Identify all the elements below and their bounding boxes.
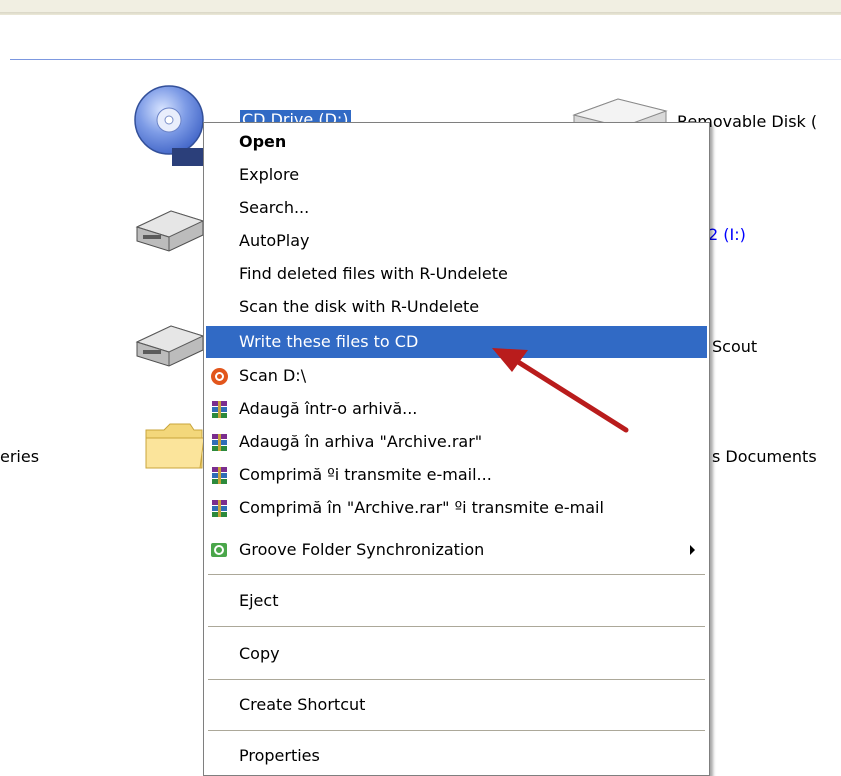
annotation-arrow: [492, 348, 629, 433]
